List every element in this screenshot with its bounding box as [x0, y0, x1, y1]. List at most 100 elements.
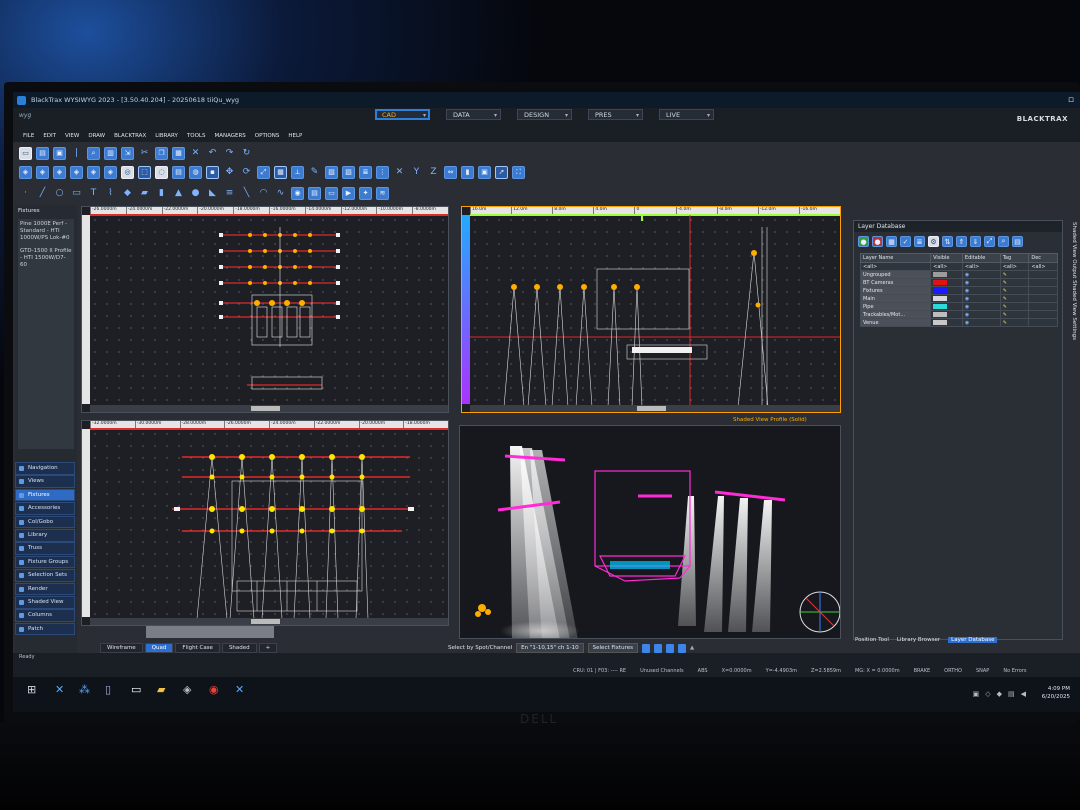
line-icon[interactable]: ╱: [36, 187, 49, 200]
visible-icon[interactable]: ◉: [961, 310, 1001, 319]
polyline-icon[interactable]: ⌇: [104, 187, 117, 200]
table-row[interactable]: Pipe ◉ ✎: [859, 302, 1058, 311]
delete-icon[interactable]: ✕: [189, 147, 202, 160]
editable-icon[interactable]: ✎: [999, 270, 1030, 279]
viewport-side-elevation[interactable]: -32.0000m -30.0000m -28.0000m -26.0000m …: [81, 420, 449, 626]
axis-z-icon[interactable]: Z: [427, 166, 440, 179]
nav-patch[interactable]: Patch: [15, 622, 75, 636]
blacktrax-app-icon[interactable]: ✕: [55, 683, 69, 697]
solid-icon[interactable]: ▰: [138, 187, 151, 200]
visible-icon[interactable]: ◉: [961, 286, 1001, 295]
tab-shaded-view-output[interactable]: Shaded View Output: [1071, 222, 1077, 278]
menu-edit[interactable]: EDIT: [43, 133, 56, 139]
cut-icon[interactable]: ✂: [138, 147, 151, 160]
col-header[interactable]: Tag: [999, 253, 1030, 263]
tab-quad[interactable]: Quad: [144, 643, 174, 653]
circle-icon[interactable]: ○: [53, 187, 66, 200]
paint-icon[interactable]: ◈: [183, 683, 197, 697]
light-icon[interactable]: ◌: [155, 165, 168, 179]
col-header[interactable]: Editable: [961, 253, 1001, 263]
layer-check-icon[interactable]: ✓: [900, 236, 911, 247]
main-hscrollbar[interactable]: [146, 626, 274, 638]
table-row[interactable]: Main ◉ ✎: [859, 294, 1058, 303]
file-explorer-icon[interactable]: ▰: [157, 683, 171, 697]
tray-network-icon[interactable]: ▤: [1008, 690, 1015, 698]
filter-cell[interactable]: <all>: [1028, 262, 1058, 271]
visible-icon[interactable]: ◉: [961, 270, 1001, 279]
text-icon[interactable]: T: [87, 187, 100, 200]
tray-chevron-icon[interactable]: ◇: [985, 690, 990, 698]
focus-icon[interactable]: ◍: [189, 165, 202, 179]
viewport-shaded-3d[interactable]: [459, 425, 841, 639]
visible-icon[interactable]: ◉: [961, 278, 1001, 287]
undo-icon[interactable]: ↶: [206, 147, 219, 160]
rectangle-icon[interactable]: ▭: [70, 187, 83, 200]
tray-app-icon[interactable]: ▣: [973, 690, 980, 698]
nav-render[interactable]: Render: [15, 582, 75, 596]
save-icon[interactable]: ▣: [53, 146, 66, 160]
fixture-item[interactable]: GTD-1500 II Profile - HTI 1500W/D7-60: [20, 248, 72, 269]
print-icon[interactable]: ▥: [104, 146, 117, 160]
menu-file[interactable]: FILE: [23, 133, 34, 139]
nav-navigation[interactable]: Navigation: [15, 462, 75, 475]
layer-down-icon[interactable]: ⇓: [970, 236, 981, 247]
arc-icon[interactable]: ◠: [257, 187, 270, 200]
pencil-icon[interactable]: ✎: [308, 166, 321, 179]
move-icon[interactable]: ✥: [223, 166, 236, 179]
cone-icon[interactable]: ▲: [172, 187, 185, 200]
table-row[interactable]: Fixtures ◉ ✎: [859, 286, 1058, 295]
view-cube-top-icon[interactable]: ◈: [36, 165, 49, 179]
next-icon[interactable]: [665, 643, 674, 653]
hatch-icon[interactable]: ▧: [325, 165, 338, 179]
spline-icon[interactable]: ∿: [274, 187, 287, 200]
menu-blacktrax[interactable]: BLACKTRAX: [114, 133, 146, 139]
layer-color-swatch[interactable]: [933, 303, 948, 309]
redo-icon[interactable]: ↷: [223, 147, 236, 160]
chrome-icon[interactable]: ◉: [209, 683, 223, 697]
table-row[interactable]: BT Cameras ◉ ✎: [859, 278, 1058, 287]
task-view-icon[interactable]: ▭: [131, 683, 145, 697]
menu-library[interactable]: LIBRARY: [155, 133, 178, 139]
filter-cell[interactable]: <all>: [859, 262, 932, 271]
mode-live[interactable]: LIVE: [659, 109, 714, 121]
cylinder-icon[interactable]: ▮: [155, 187, 168, 200]
axis-y-icon[interactable]: Y: [410, 166, 423, 179]
delete-layer-icon[interactable]: ●: [872, 236, 883, 247]
col-header[interactable]: Visible: [930, 253, 963, 263]
table-row[interactable]: Trackables/Mot... ◉ ✎: [859, 310, 1058, 319]
mode-cad[interactable]: CAD: [375, 109, 430, 121]
paste-icon[interactable]: ▦: [172, 146, 185, 160]
fixture-item[interactable]: Pine 1000E Perf - Standard - HTI 1000W/P…: [20, 221, 72, 242]
sphere-icon[interactable]: ●: [189, 187, 202, 200]
layer-color-swatch[interactable]: [933, 311, 948, 317]
view-cube-iso-icon[interactable]: ◈: [87, 165, 100, 179]
laser-icon[interactable]: ✦: [359, 186, 372, 200]
layer-options-icon[interactable]: ▤: [1012, 236, 1023, 247]
open-folder-icon[interactable]: ▤: [36, 146, 49, 160]
point-icon[interactable]: ·: [19, 187, 32, 200]
windows-start-icon[interactable]: ⊞: [27, 683, 41, 697]
align-icon[interactable]: [677, 643, 686, 653]
fixture-icon[interactable]: ◉: [291, 186, 304, 200]
layer-list-icon[interactable]: ≣: [914, 236, 925, 247]
viewport-hscrollbar[interactable]: [90, 405, 448, 412]
grid-icon[interactable]: ▦: [274, 165, 287, 179]
layer-expand-icon[interactable]: ⤢: [984, 236, 995, 247]
pipe-icon[interactable]: ╲: [240, 187, 253, 200]
layer-grid-icon[interactable]: ▦: [886, 236, 897, 247]
layer-icon[interactable]: ▤: [172, 165, 185, 179]
layer-color-swatch[interactable]: [933, 279, 948, 285]
viewport-hscrollbar[interactable]: [470, 405, 840, 412]
zoom-extents-icon[interactable]: ⛶: [512, 165, 525, 179]
tab-flight-case[interactable]: Flight Case: [175, 643, 220, 653]
cube-icon[interactable]: ◆: [121, 187, 134, 200]
print-preview-icon[interactable]: ⌕: [87, 146, 100, 160]
editable-icon[interactable]: ✎: [999, 278, 1030, 287]
nav-views[interactable]: Views: [15, 475, 75, 488]
col-header[interactable]: Dec: [1028, 253, 1058, 263]
layer-color-swatch[interactable]: [933, 319, 948, 325]
triangle-icon[interactable]: ▲: [690, 645, 694, 651]
menu-draw[interactable]: DRAW: [88, 133, 105, 139]
tray-shield-icon[interactable]: ◆: [997, 690, 1002, 698]
select-fixtures-button[interactable]: Select Fixtures: [587, 643, 638, 653]
